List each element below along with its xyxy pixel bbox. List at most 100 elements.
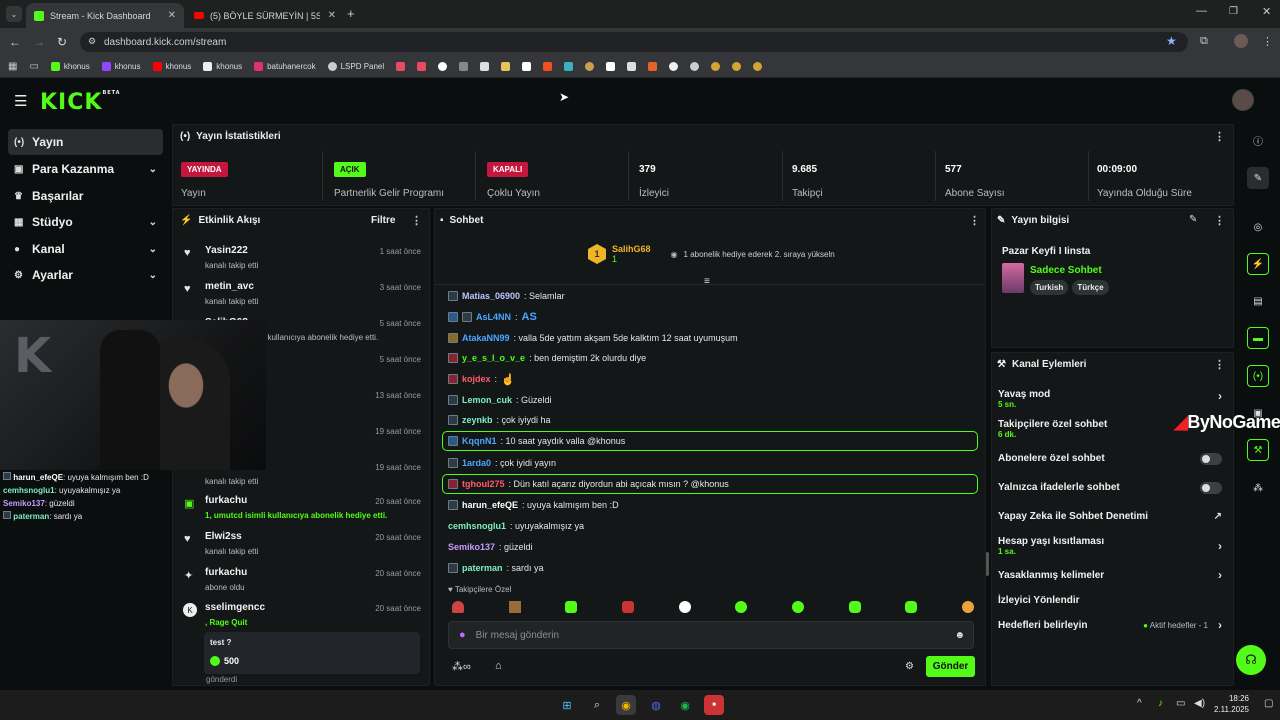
site-icon[interactable] <box>690 62 700 71</box>
site-icon[interactable] <box>606 62 616 71</box>
edit-icon[interactable]: ✎ <box>1189 214 1197 225</box>
browser-menu-icon[interactable]: ⋮ <box>1262 35 1273 48</box>
site-icon[interactable] <box>543 62 553 71</box>
site-icon[interactable] <box>396 62 406 71</box>
emoji-icon[interactable]: ☻ <box>954 630 965 641</box>
clock[interactable]: 18:26 2.11.2025 <box>1214 693 1249 715</box>
close-window-icon[interactable]: ✕ <box>1262 5 1271 18</box>
site-icon[interactable] <box>669 62 679 71</box>
activity-user[interactable]: Elwi2ss <box>205 531 242 542</box>
chat-user[interactable]: Lemon_cuk <box>462 395 512 405</box>
chat-user[interactable]: 1arda0 <box>462 458 491 468</box>
filter-button[interactable]: Filtre <box>371 215 395 226</box>
points-icon[interactable]: ⁂ <box>1247 477 1269 499</box>
url-field[interactable]: dashboard.kick.com/stream <box>80 32 1188 52</box>
sidebar-item-basarilar[interactable]: ♛ Başarılar <box>8 183 163 209</box>
bookmark-khonus-x[interactable]: khonus <box>203 62 242 71</box>
pinned-user[interactable]: SalihG68 <box>612 244 651 254</box>
wrench-icon[interactable]: ⚒ <box>1247 439 1269 461</box>
search-icon[interactable]: ⌕ <box>587 695 607 715</box>
chat-user[interactable]: paterman <box>462 563 503 573</box>
chat-user[interactable]: kojdex <box>462 374 491 384</box>
tab-youtube[interactable]: (5) BÖYLE SÜRMEYİN | 5Sriders ✕ <box>186 3 344 28</box>
stream-info-menu-icon[interactable]: ⋮ <box>1214 214 1225 227</box>
emote-icon[interactable] <box>678 601 691 613</box>
chat-bubble-icon[interactable]: ▬ <box>1247 327 1269 349</box>
close-tab-icon[interactable]: ✕ <box>328 10 336 21</box>
chat-settings-icon[interactable]: ⚙ <box>905 661 914 672</box>
emote-only-toggle[interactable] <box>1200 482 1222 494</box>
reload-icon[interactable]: ↻ <box>57 35 67 49</box>
channel-actions-menu-icon[interactable]: ⋮ <box>1214 358 1225 371</box>
camera-icon[interactable]: ◎ <box>1247 216 1269 238</box>
minimize-icon[interactable]: — <box>1196 5 1207 17</box>
folder-icon[interactable]: ▭ <box>29 61 38 72</box>
chat-user[interactable]: cemhsnoglu1 <box>448 521 506 531</box>
action-account-age[interactable]: Hesap yaşı kısıtlaması 1 sa. › <box>998 536 1230 556</box>
site-icon[interactable] <box>648 62 658 71</box>
send-button[interactable]: Gönder <box>926 656 975 677</box>
stats-menu-icon[interactable]: ⋮ <box>1214 130 1225 143</box>
kick-logo[interactable]: KICKBETA <box>40 90 121 115</box>
maximize-icon[interactable]: ❐ <box>1229 6 1238 17</box>
layout-icon[interactable]: ▣ <box>1247 402 1269 424</box>
chat-user[interactable]: zeynkb <box>462 415 493 425</box>
bookmark-khonus-kick[interactable]: khonus <box>50 62 90 71</box>
activity-user[interactable]: Yasin222 <box>205 245 248 256</box>
close-tab-icon[interactable]: ✕ <box>168 10 176 21</box>
broadcast-icon[interactable]: (•) <box>1247 365 1269 387</box>
emote-icon[interactable] <box>452 601 464 613</box>
activity-user[interactable]: furkachu <box>205 495 247 506</box>
extensions-icon[interactable]: ⧉ <box>1200 35 1208 48</box>
app-icon[interactable]: ■ <box>704 695 724 715</box>
site-icon[interactable] <box>501 62 511 71</box>
chat-user[interactable]: KqqnN1 <box>462 436 497 446</box>
chat-user[interactable]: y_e_s_l_o_v_e <box>462 353 525 363</box>
chat-scrollbar[interactable] <box>986 552 989 576</box>
info-icon[interactable]: ⓘ <box>1247 129 1269 151</box>
bolt-icon[interactable]: ⚡ <box>1247 253 1269 275</box>
discord-icon[interactable]: ◍ <box>646 695 666 715</box>
emote-icon[interactable] <box>508 601 521 613</box>
forward-icon[interactable]: → <box>33 35 45 49</box>
sidebar-item-studyo[interactable]: ▦ Stüdyo ⌄ <box>8 209 163 235</box>
sidebar-item-para-kazanma[interactable]: ▣ Para Kazanma ⌄ <box>8 156 163 182</box>
action-banned-words[interactable]: Yasaklanmış kelimeler › <box>998 568 1230 584</box>
chat-user[interactable]: Matias_06900 <box>462 291 520 301</box>
sidebar-item-ayarlar[interactable]: ⚙ Ayarlar ⌄ <box>8 262 163 288</box>
emote-icon[interactable] <box>961 601 974 613</box>
site-icon[interactable] <box>438 62 448 71</box>
site-icon[interactable] <box>585 62 595 71</box>
user-avatar[interactable] <box>1232 89 1254 111</box>
chat-user[interactable]: AsL4NN <box>476 312 511 322</box>
site-icon[interactable] <box>564 62 574 71</box>
volume-icon[interactable]: ◀) <box>1194 698 1205 709</box>
action-raid[interactable]: İzleyici Yönlendir <box>998 595 1230 609</box>
chat-menu-icon[interactable]: ⋮ <box>969 214 980 227</box>
network-icon[interactable]: ▭ <box>1176 698 1185 709</box>
windows-start-icon[interactable]: ⊞ <box>557 695 577 715</box>
emote-icon[interactable] <box>848 601 861 613</box>
activity-user[interactable]: metin_avc <box>205 281 254 292</box>
chat-user[interactable]: AtakaNN99 <box>462 333 510 343</box>
tab-list-button[interactable]: ⌄ <box>6 6 22 22</box>
emote-icon[interactable] <box>905 601 918 613</box>
site-icon[interactable] <box>753 62 763 71</box>
spotify-icon[interactable]: ◉ <box>675 695 695 715</box>
action-emote-only[interactable]: Yalnızca ifadelerle sohbet <box>998 482 1230 496</box>
new-tab-icon[interactable]: + <box>347 6 355 21</box>
notifications-icon[interactable]: ▢ <box>1264 698 1273 709</box>
bookmark-lspd[interactable]: LSPD Panel <box>327 62 384 71</box>
site-icon[interactable] <box>711 62 721 71</box>
activity-user[interactable]: sselimgencc <box>205 602 265 613</box>
collapse-pinned-icon[interactable]: ≡ <box>704 276 710 287</box>
site-icon[interactable] <box>627 62 637 71</box>
site-icon[interactable] <box>480 62 490 71</box>
action-ai-moderation[interactable]: Yapay Zeka ile Sohbet Denetimi ↗ <box>998 511 1230 525</box>
support-chat-button[interactable]: ☊ <box>1236 645 1266 675</box>
activity-menu-icon[interactable]: ⋮ <box>411 214 422 227</box>
chat-user[interactable]: tghoul275 <box>462 479 505 489</box>
emote-icon[interactable] <box>565 601 578 613</box>
site-icon[interactable] <box>417 62 427 71</box>
document-icon[interactable]: ▤ <box>1247 290 1269 312</box>
